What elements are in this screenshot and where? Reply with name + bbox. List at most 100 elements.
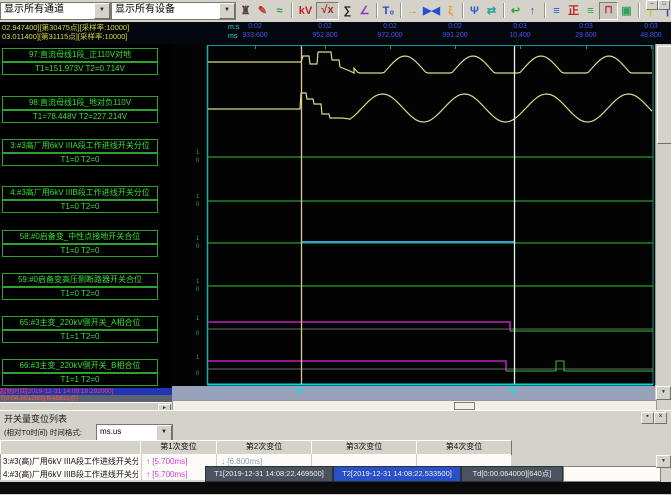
row-channel-name[interactable]: 4:#3(高)厂用6kV IIIB段工作进线开关分位 (3, 468, 138, 481)
tick-millis: 972.000 (367, 32, 413, 41)
plot-frame (208, 46, 654, 385)
channel-value-box: T1=0 T2=0 (2, 200, 158, 213)
time-format-value: ms.us (100, 427, 121, 436)
channel-name-box[interactable]: 4:#3高厂用6kV IIIB段工作进线开关分位 (2, 186, 158, 200)
time-tick-label: 0:02952.800 (302, 23, 348, 40)
chevron-down-icon[interactable]: ▼ (94, 3, 110, 19)
pulse-icon[interactable]: ⊓ (599, 2, 618, 20)
tick-millis: 933.600 (232, 32, 278, 41)
channel-name-box[interactable]: 97:直流母线1段_正110V对地 (2, 48, 158, 62)
t1-sample-info: 02.947400][第30475点][采样率:10000] (2, 24, 129, 32)
tick-minutes: 0:03 (628, 23, 671, 32)
wave-icon[interactable]: ≈ (271, 2, 288, 20)
maximize-button[interactable]: □ (658, 0, 670, 10)
row-channel-name[interactable]: 3:#3(高)厂用6kV IIIA段工作进线开关分位 (3, 455, 138, 468)
header-change-4: 第4次变位 (416, 440, 512, 455)
channel-value-box: T1=1 T2=0 (2, 330, 158, 343)
panel-title: 开关量变位列表 (4, 412, 67, 425)
plot-vscrollbar[interactable] (655, 44, 671, 385)
sqrt-icon[interactable]: √x (316, 2, 339, 20)
channel-value-box: T1=0 T2=0 (2, 153, 158, 166)
device-filter-value: 显示所有设备 (115, 4, 175, 15)
status-t2-time: T2[2019-12-31 14:08:22.533500] (333, 466, 461, 482)
chevron-down-icon[interactable]: ▼ (219, 3, 235, 19)
channel-name-box[interactable]: 58:#0启备变_中性点接地开关合位 (2, 230, 158, 244)
time-format-combo[interactable]: ms.us ▼ (96, 424, 173, 441)
channel-name-box[interactable]: 66:#3主变_220kV侧开关_B相合位 (2, 359, 158, 373)
channel-name-box[interactable]: 65:#3主变_220kV侧开关_A相合位 (2, 316, 158, 330)
zheng-icon[interactable]: 正 (565, 2, 582, 20)
hscroll-thumb[interactable] (454, 402, 475, 410)
close-icon[interactable]: × (654, 412, 667, 424)
vscroll-thumb[interactable] (657, 46, 671, 144)
channel-value-box: T1=78.448V T2=227.214V (2, 110, 158, 123)
t0-icon[interactable]: T₀ (380, 2, 397, 20)
tick-minutes: 0:02 (367, 23, 413, 32)
channel-value-box: T1=0 T2=0 (2, 287, 158, 300)
screen-bottom-edge (0, 482, 671, 494)
level-marker-1: 1 (196, 316, 200, 322)
cursor-label-t2[interactable]: T2 (508, 388, 516, 395)
fault-recorder-app: { "toolbar": { "combo1": "显示所有通道", "comb… (0, 0, 671, 494)
angle-icon[interactable]: ∠ (356, 2, 373, 20)
channel-name-box[interactable]: 3:#3高厂用6kV IIIA段工作进线开关分位 (2, 139, 158, 153)
copy-icon[interactable]: ▣ (618, 2, 635, 20)
header-channel (0, 440, 141, 455)
pen-icon[interactable]: ✎ (254, 2, 271, 20)
row-change-1[interactable]: ↑ [5.700ms] (146, 468, 214, 481)
play-marks-icon[interactable]: ▶◀ (421, 2, 442, 20)
level-marker-1: 1 (196, 236, 200, 242)
tick-minutes: 0:02 (432, 23, 478, 32)
swap-icon[interactable]: ⇄ (483, 2, 500, 20)
cursor-info-band: 02.947400][第30475点][采样率:10000] 03.011400… (0, 22, 671, 44)
kv-icon[interactable]: kV (295, 2, 316, 20)
header-change-2: 第2次变位 (216, 440, 312, 455)
sigma-icon[interactable]: ∑ (339, 2, 356, 20)
level-marker-1: 1 (196, 279, 200, 285)
device-filter-combo[interactable]: 显示所有设备 ▼ (111, 2, 236, 20)
toolbar-icons: ♜✎≈kV√x∑∠T₀→▶◀ξΨ⇄↩↑≡正≡⊓▣||T₁T₂ (237, 2, 671, 20)
row-change-1[interactable]: ↑ [5.700ms] (146, 455, 214, 468)
up-icon[interactable]: ↑ (524, 2, 541, 20)
multilist-icon[interactable]: ≡ (582, 2, 599, 20)
tick-minutes: 0:03 (563, 23, 609, 32)
level-marker-0: 0 (196, 202, 200, 208)
tick-millis: 48.800 (628, 32, 671, 41)
level-marker-0: 0 (196, 371, 200, 377)
table-scroll-down-icon[interactable]: ▼ (656, 455, 671, 468)
channel-name-box[interactable]: 98:直流母线1段_地对负110V (2, 96, 158, 110)
toolbar-separator (400, 3, 401, 18)
cursor-label-strip: T1 T2 (172, 386, 655, 400)
scale-icon[interactable]: Ψ (466, 2, 483, 20)
status-empty-field (563, 466, 661, 482)
channel-filter-value: 显示所有通道 (4, 4, 64, 15)
trace-66-post (506, 361, 653, 371)
back-icon[interactable]: ↩ (507, 2, 524, 20)
updown-icon[interactable]: ξ (442, 2, 459, 20)
toolbar-separator (503, 3, 504, 18)
toolbar-separator (638, 3, 639, 18)
jump-icon[interactable]: → (404, 2, 421, 20)
level-marker-1: 1 (196, 355, 200, 361)
status-t1-time: T1[2019-12-31 14:08:22.469500] (205, 466, 333, 482)
time-tick-label: 0:0348.800 (628, 23, 671, 40)
waveform-svg: 101010101010 (172, 44, 655, 386)
tick-millis: 29.600 (563, 32, 609, 41)
level-marker-0: 0 (196, 331, 200, 337)
record-start-info[interactable]: 起始时间[2019-12-31 14:08:18.292000] (0, 388, 172, 395)
minimize-button[interactable]: – (646, 0, 658, 10)
chevron-down-icon[interactable]: ▼ (156, 425, 172, 441)
tick-millis: 952.800 (302, 32, 348, 41)
cursor-label-t1[interactable]: T1 (295, 388, 303, 395)
tick-minutes: 0:02 (302, 23, 348, 32)
header-change-1: 第1次变位 (140, 440, 217, 455)
time-tick-label: 0:02991.200 (432, 23, 478, 40)
device-icon[interactable]: ♜ (237, 2, 254, 20)
channel-filter-combo[interactable]: 显示所有通道 ▼ (0, 2, 111, 20)
pin-icon[interactable]: ▪ (641, 412, 654, 424)
list-icon[interactable]: ≡ (548, 2, 565, 20)
tick-millis: 991.200 (432, 32, 478, 41)
channel-name-box[interactable]: 59:#0启备变高压侧断路器开关合位 (2, 273, 158, 287)
scroll-down-icon[interactable]: ▼ (656, 386, 671, 400)
column-divider (141, 454, 142, 480)
